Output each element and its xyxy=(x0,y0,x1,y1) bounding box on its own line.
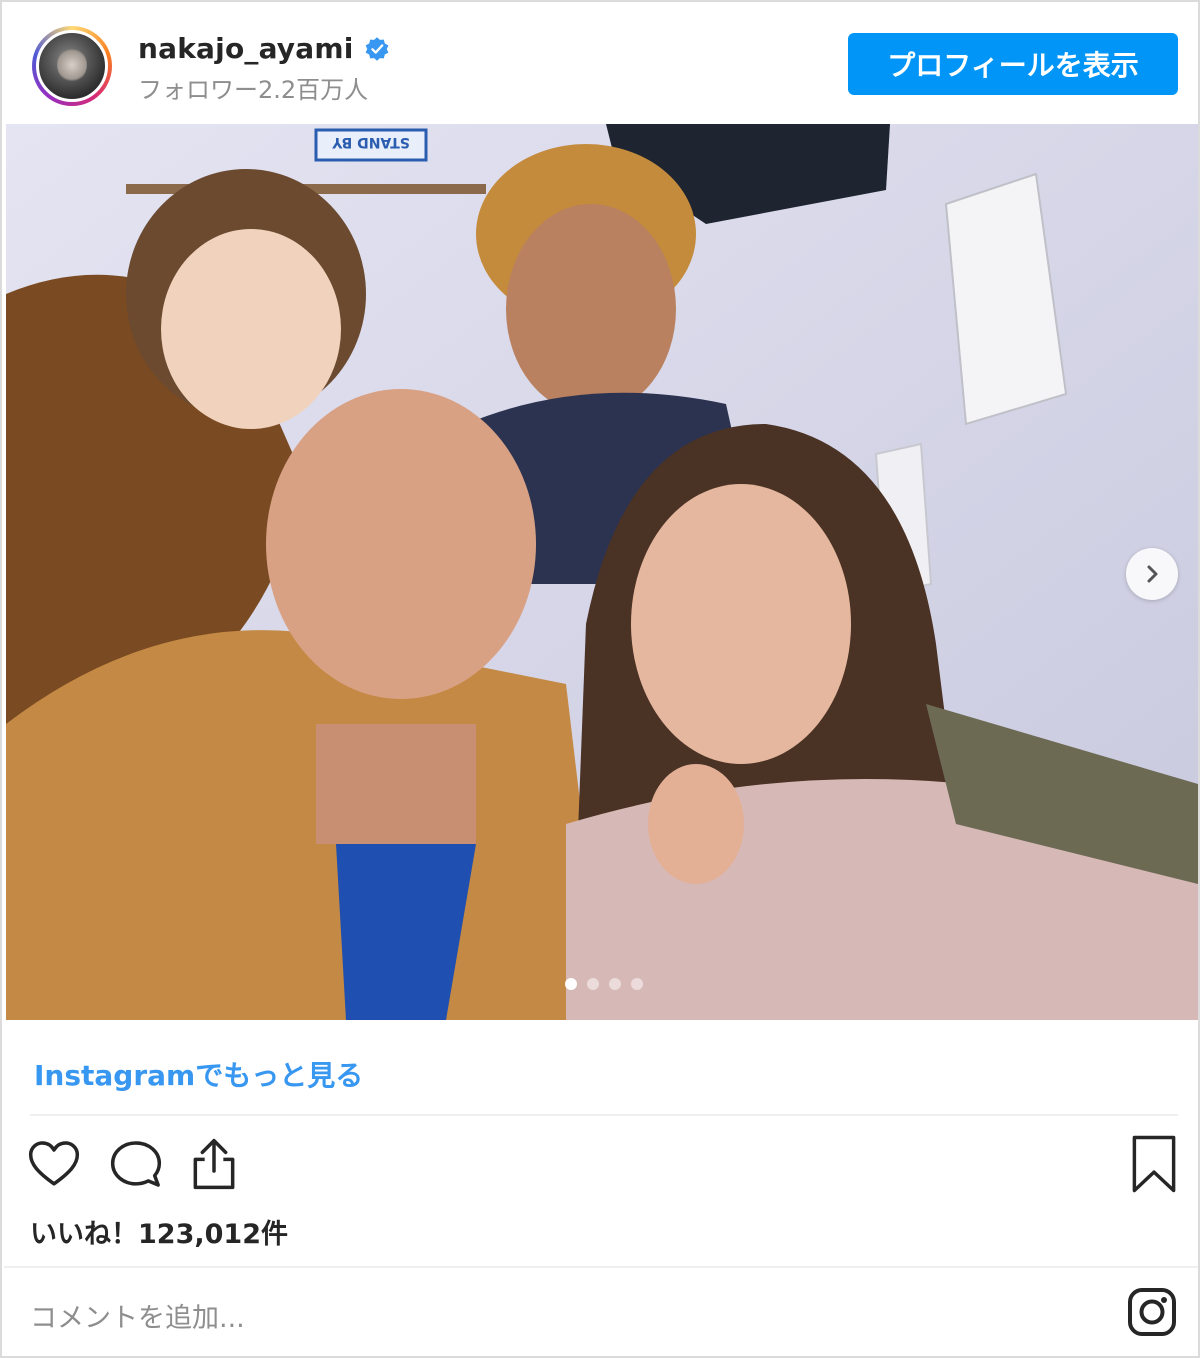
view-more-on-instagram-link[interactable]: Instagramでもっと見る xyxy=(34,1054,363,1094)
chevron-right-icon xyxy=(1147,565,1158,583)
follower-count: フォロワー2.2百万人 xyxy=(138,76,369,104)
comment-button[interactable] xyxy=(106,1134,166,1194)
post-photo[interactable]: STAND BY xyxy=(6,124,1198,1020)
like-count: いいね！123,012件 xyxy=(30,1219,288,1250)
photo-illustration: STAND BY xyxy=(6,124,1198,1020)
add-comment-field[interactable]: コメントを追加... xyxy=(30,1296,245,1335)
carousel-dot xyxy=(631,978,643,990)
divider xyxy=(30,1114,1178,1116)
avatar-image xyxy=(36,30,108,102)
carousel-next-button[interactable] xyxy=(1126,548,1178,600)
carousel-dot xyxy=(587,978,599,990)
comment-icon xyxy=(110,1141,162,1187)
share-button[interactable] xyxy=(184,1134,244,1194)
view-profile-button[interactable]: プロフィールを表示 xyxy=(848,33,1178,95)
verified-badge-icon xyxy=(365,36,388,61)
action-bar xyxy=(2,1134,1198,1204)
carousel-dot xyxy=(565,978,577,990)
instagram-embed-card: nakajo_ayami フォロワー2.2百万人 プロフィールを表示 STAND… xyxy=(0,0,1200,1358)
instagram-glyph-icon[interactable] xyxy=(1126,1286,1178,1338)
username-link[interactable]: nakajo_ayami xyxy=(138,32,354,65)
avatar[interactable] xyxy=(32,26,112,106)
carousel-dot xyxy=(609,978,621,990)
username-row: nakajo_ayami xyxy=(138,32,390,65)
like-button[interactable] xyxy=(24,1134,84,1194)
save-button[interactable] xyxy=(1124,1134,1184,1194)
divider xyxy=(4,1266,1198,1268)
post-header: nakajo_ayami フォロワー2.2百万人 プロフィールを表示 xyxy=(2,2,1198,122)
stand-by-sign: STAND BY xyxy=(331,134,409,150)
share-icon xyxy=(193,1138,235,1190)
heart-icon xyxy=(28,1141,80,1186)
bookmark-icon xyxy=(1132,1135,1176,1193)
carousel-indicators xyxy=(565,978,643,990)
